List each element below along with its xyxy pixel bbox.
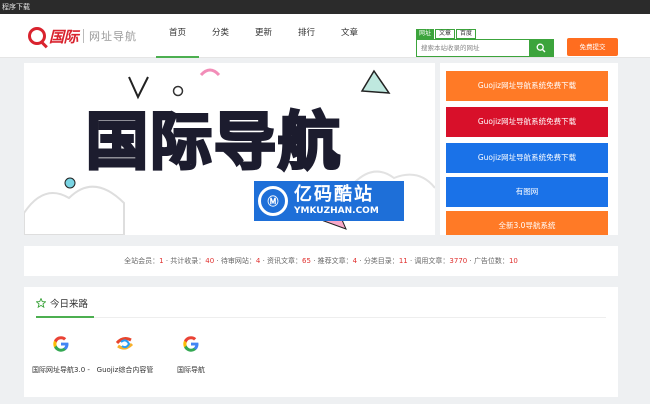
nav-item-updates[interactable]: 更新 [242,28,285,58]
site-header: 国际 网址导航 首页 分类 更新 排行 文章 网址 文章 百度 免费提交 [0,14,650,58]
nav-item-articles[interactable]: 文章 [328,28,371,58]
referrer-item[interactable]: 国际导航 [156,333,226,375]
stat-value: 4 [352,257,358,265]
stat-label: 共计收录： [170,257,206,265]
referrer-item[interactable]: 国际网址导航3.0 - [26,333,96,375]
nav-item-category[interactable]: 分类 [199,28,242,58]
stat-value: 1 [159,257,164,265]
stat-value: 4 [255,257,261,265]
stat-value: 65 [302,257,311,265]
logo-main-text: 国际 [49,27,79,46]
watermark-logo-icon: Ⓜ [258,186,288,216]
stat-value: 40 [205,257,215,265]
watermark-badge: Ⓜ 亿码酷站 YMKUZHAN.COM [254,181,404,221]
search-tab-baidu[interactable]: 百度 [456,29,477,39]
site-logo[interactable]: 国际 网址导航 [28,25,137,47]
stat-value: 10 [508,257,518,265]
today-title: 今日来路 [50,299,89,310]
today-header: 今日来路 [36,293,88,313]
referrer-label: 国际网址导航3.0 - [32,366,90,374]
stat-label: 广告位数： [473,257,509,265]
watermark-cn-text: 亿码酷站 [294,184,374,205]
stat-label: 调用文章： [414,257,450,265]
referrer-label: Guojiz综合内容管 [96,366,154,374]
search-box [416,39,554,57]
side-link-item[interactable]: Guojiz网址导航系统免费下载 [446,71,608,101]
google-icon [180,333,202,355]
stat-label: 分类目录： [363,257,399,265]
star-icon [36,298,46,308]
nav-item-home[interactable]: 首页 [156,28,199,58]
referrer-item[interactable]: Guojiz综合内容管 [90,333,160,375]
referrer-label: 国际导航 [177,366,205,374]
side-link-item[interactable]: 有图网 [446,177,608,207]
swirl-logo-icon [114,333,136,355]
search-tab-articles[interactable]: 文章 [435,29,456,39]
search-tabs: 网址 文章 百度 [416,29,477,39]
search-input[interactable] [417,40,529,56]
today-underline [36,316,94,318]
stat-label: 资讯文章： [267,257,303,265]
logo-sub-text: 网址导航 [89,30,138,43]
logo-mark-icon [28,27,46,45]
today-divider [36,317,606,318]
hero-banner[interactable]: 国际导航 Ⓜ 亿码酷站 YMKUZHAN.COM [24,63,435,235]
stat-value: 3770 [449,257,468,265]
search-tab-sites[interactable]: 网址 [416,29,435,39]
stat-label: 全站会员： [124,257,160,265]
google-icon [50,333,72,355]
top-bar: 程序下载 [0,0,650,14]
side-link-panel: Guojiz网址导航系统免费下载 Guojiz网址导航系统免费下载 Guojiz… [440,63,618,235]
site-stats-bar: 全站会员：1 · 共计收录：40 · 待审网站：4 · 资讯文章：65 · 推荐… [24,246,618,276]
side-link-item[interactable]: 全新3.0导航系统 [446,211,608,235]
side-link-item[interactable]: Guojiz网址导航系统免费下载 [446,107,608,137]
free-submit-button[interactable]: 免费提交 [567,38,618,56]
search-icon [536,43,546,53]
watermark-en-text: YMKUZHAN.COM [294,206,379,216]
nav-item-ranking[interactable]: 排行 [285,28,328,58]
stat-value: 11 [398,257,408,265]
search-button[interactable] [529,40,553,56]
main-nav: 首页 分类 更新 排行 文章 [156,28,371,58]
banner-headline: 国际导航 [84,104,343,180]
stat-label: 推荐文章： [317,257,353,265]
stat-label: 待审网站： [220,257,256,265]
top-bar-link[interactable]: 程序下载 [0,3,30,11]
logo-divider [83,29,85,43]
today-referrers-panel: 今日来路 国际网址导航3.0 - Guojiz综合内容管 国际导航 [24,287,618,397]
side-link-item[interactable]: Guojiz网址导航系统免费下载 [446,143,608,173]
